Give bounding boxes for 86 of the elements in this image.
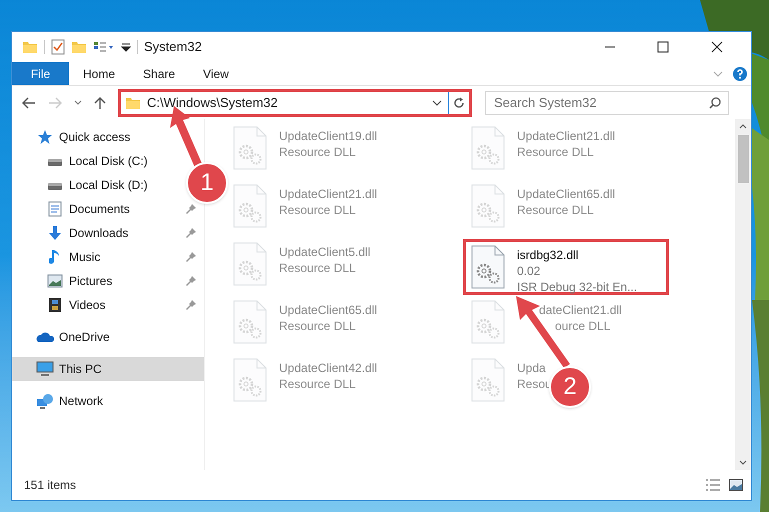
sidebar-item[interactable]: Downloads xyxy=(69,224,128,242)
ribbon-tab[interactable]: Home xyxy=(69,62,130,85)
file-name: isrdbg32.dll xyxy=(517,247,578,263)
pin-icon[interactable] xyxy=(186,252,196,262)
settings-file-icon xyxy=(233,184,267,228)
file-description: Resource DLL xyxy=(279,144,356,160)
file-name: dateClient21.dll xyxy=(539,302,622,318)
checklist-icon[interactable] xyxy=(51,39,65,55)
pin-icon[interactable] xyxy=(186,276,196,286)
settings-file-icon xyxy=(471,300,505,344)
file-description: Resource DLL xyxy=(279,318,356,334)
download-arrow-icon xyxy=(47,225,63,241)
sidebar-item[interactable]: Documents xyxy=(69,200,130,218)
file-item[interactable]: isrdbg32.dll 0.02 ISR Debug 32-bit En... xyxy=(463,239,669,295)
file-description: Resource DLL xyxy=(279,260,356,276)
pin-icon[interactable] xyxy=(186,300,196,310)
star-icon xyxy=(37,129,53,145)
file-description: ource DLL xyxy=(555,318,610,334)
maximize-icon[interactable] xyxy=(657,41,669,53)
file-version: 0.02 xyxy=(517,263,540,279)
search-icon[interactable] xyxy=(709,96,721,108)
settings-file-icon xyxy=(233,300,267,344)
ribbon-tab[interactable]: Share xyxy=(129,62,190,85)
film-icon xyxy=(48,297,62,313)
back-arrow-icon[interactable] xyxy=(22,96,36,108)
folder-icon xyxy=(22,40,38,54)
file-name: UpdateClient5.dll xyxy=(279,244,370,260)
chevron-down-icon[interactable] xyxy=(74,100,82,106)
picture-icon xyxy=(47,274,63,288)
settings-file-icon xyxy=(471,184,505,228)
file-tab[interactable]: File xyxy=(12,62,69,85)
monitor-icon xyxy=(36,361,54,377)
sidebar-item[interactable]: Videos xyxy=(69,296,106,314)
details-view-icon[interactable] xyxy=(705,479,721,491)
address-bar[interactable]: C:\Windows\System32 xyxy=(118,88,472,116)
file-name: Upda xyxy=(517,360,546,376)
settings-file-icon xyxy=(471,245,505,289)
window-title: System32 xyxy=(144,38,202,56)
file-name: UpdateClient65.dll xyxy=(517,186,616,202)
new-folder-icon xyxy=(71,40,87,54)
settings-file-icon xyxy=(471,358,505,402)
file-name: UpdateClient19.dll xyxy=(279,128,378,144)
file-name: UpdateClient42.dll xyxy=(279,360,378,376)
settings-file-icon xyxy=(471,126,505,170)
chevron-down-icon[interactable] xyxy=(432,100,442,106)
pin-icon[interactable] xyxy=(186,228,196,238)
chevron-up-icon[interactable] xyxy=(739,123,747,129)
item-count: 151 items xyxy=(24,477,76,494)
chevron-down-icon[interactable] xyxy=(739,460,747,466)
sidebar-item[interactable]: Quick access xyxy=(59,128,130,146)
dropdown-icon[interactable] xyxy=(121,42,131,52)
refresh-icon[interactable] xyxy=(453,96,465,108)
search-field[interactable]: Search System32 xyxy=(485,90,729,114)
thumbnail-view-icon[interactable] xyxy=(729,479,743,491)
properties-icon[interactable] xyxy=(93,41,115,53)
document-icon xyxy=(48,201,62,217)
sidebar-item[interactable]: Local Disk (C:) xyxy=(69,152,148,170)
sidebar-item[interactable]: This PC xyxy=(59,360,102,378)
scroll-thumb[interactable] xyxy=(738,135,748,183)
file-name: UpdateClient21.dll xyxy=(517,128,616,144)
sidebar-item[interactable]: Pictures xyxy=(69,272,112,290)
file-description: Resource DLL xyxy=(279,202,356,218)
close-icon[interactable] xyxy=(711,41,723,53)
up-arrow-icon[interactable] xyxy=(94,96,106,110)
pin-icon[interactable] xyxy=(186,204,196,214)
address-path: C:\Windows\System32 xyxy=(147,94,279,112)
settings-file-icon xyxy=(233,358,267,402)
file-name: UpdateClient21.dll xyxy=(279,186,378,202)
settings-file-icon xyxy=(233,242,267,286)
network-icon xyxy=(36,393,54,409)
file-description: Resource DLL xyxy=(517,202,594,218)
cloud-icon xyxy=(36,331,54,343)
sidebar-item[interactable]: Music xyxy=(69,248,100,266)
scrollbar[interactable] xyxy=(735,119,751,470)
file-description: Resource DLL xyxy=(517,144,594,160)
file-description: ISR Debug 32-bit En... xyxy=(517,279,638,295)
file-description: Resource DLL xyxy=(279,376,356,392)
file-name: UpdateClient65.dll xyxy=(279,302,378,318)
sidebar-item[interactable]: Network xyxy=(59,392,104,410)
help-icon[interactable] xyxy=(733,66,747,80)
settings-file-icon xyxy=(233,126,267,170)
sidebar-item[interactable]: Local Disk (D:) xyxy=(69,176,148,194)
sidebar-item[interactable]: OneDrive xyxy=(59,328,110,346)
folder-icon xyxy=(125,96,141,110)
ribbon-tab[interactable]: View xyxy=(189,62,243,85)
music-note-icon xyxy=(49,249,61,265)
